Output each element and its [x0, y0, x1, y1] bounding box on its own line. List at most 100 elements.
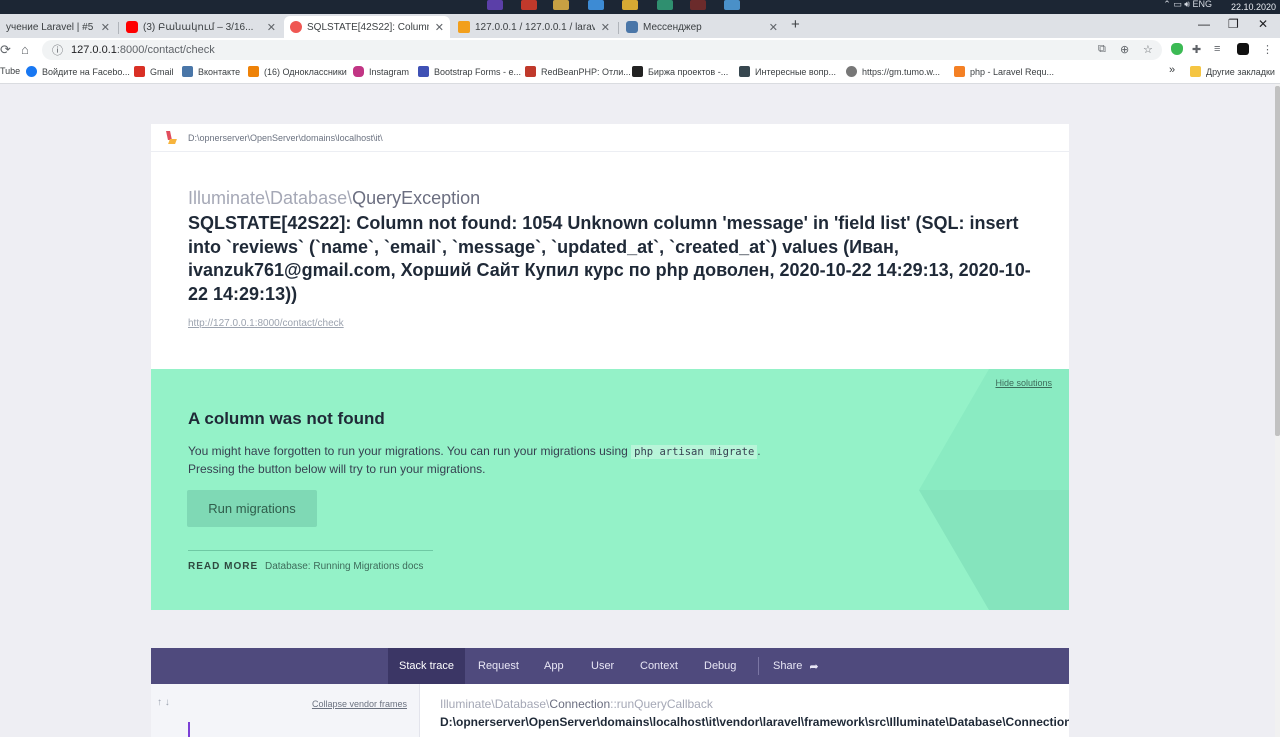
kwork-icon	[632, 66, 643, 77]
taskbar-app-icon[interactable]	[487, 0, 503, 10]
taskbar-app-icon[interactable]	[690, 0, 706, 10]
taskbar-app-icon[interactable]	[657, 0, 673, 10]
ignition-favicon-icon	[290, 21, 302, 33]
bookmark-item[interactable]: Instagram	[353, 66, 409, 77]
folder-icon	[1190, 66, 1201, 77]
vk-icon	[182, 66, 193, 77]
bookmark-item[interactable]: https://gm.tumo.w...	[846, 66, 940, 77]
browser-tab[interactable]: 127.0.0.1 / 127.0.0.1 / laravel / re...✕	[452, 16, 616, 38]
nav-divider	[758, 657, 759, 675]
page-viewport: D:\opnerserver\OpenServer\domains\localh…	[0, 84, 1275, 737]
browser-tab[interactable]: учение Laravel | #5 - Соз...✕	[0, 16, 116, 38]
bookmarks-overflow-icon[interactable]: »	[1169, 64, 1175, 76]
url-host: 127.0.0.1	[71, 44, 117, 56]
youtube-favicon-icon	[126, 21, 138, 33]
tab-context[interactable]: Context	[629, 648, 689, 684]
facebook-icon	[26, 66, 37, 77]
migrations-docs-link[interactable]: Database: Running Migrations docs	[265, 561, 423, 572]
new-tab-icon[interactable]: +	[791, 16, 800, 33]
tab-request[interactable]: Request	[467, 648, 530, 684]
reading-list-icon[interactable]: ≡	[1214, 43, 1220, 55]
divider	[188, 550, 433, 551]
bookmark-item[interactable]: php - Laravel Requ...	[954, 66, 1054, 77]
gmail-icon	[134, 66, 145, 77]
extension-shield-icon[interactable]	[1171, 43, 1183, 55]
browser-tab[interactable]: (3) Բանակում – 3/16... ✕	[120, 16, 282, 38]
tumo-icon	[846, 66, 857, 77]
taskbar-app-icon[interactable]	[622, 0, 638, 10]
request-url-link[interactable]: http://127.0.0.1:8000/contact/check	[188, 318, 344, 329]
bookmark-item[interactable]: Интересные вопр...	[739, 66, 836, 77]
stack-frames-list: ↑ ↓ Collapse vendor frames	[151, 684, 420, 737]
app-path: D:\opnerserver\OpenServer\domains\localh…	[188, 132, 383, 143]
bookmark-item[interactable]: RedBeanPHP: Отли...	[525, 66, 631, 77]
os-taskbar: ⌃ ▭ 🔊︎ ENG 22.10.2020	[0, 0, 1280, 14]
bookmark-item[interactable]: Войдите на Facebo...	[26, 66, 130, 77]
read-more-label: READ MORE	[188, 561, 259, 572]
exception-message: SQLSTATE[42S22]: Column not found: 1054 …	[188, 213, 1031, 304]
solution-title: A column was not found	[188, 409, 385, 428]
reload-icon[interactable]: ⟳	[0, 42, 11, 58]
frame-nav-arrows-icon[interactable]: ↑ ↓	[157, 697, 170, 708]
instagram-icon	[353, 66, 364, 77]
other-bookmarks[interactable]: Другие закладки	[1190, 66, 1275, 77]
extensions-puzzle-icon[interactable]: ✚	[1192, 43, 1201, 56]
browser-menu-icon[interactable]: ⋮	[1262, 43, 1273, 56]
close-tab-icon[interactable]: ✕	[601, 21, 610, 34]
bookmark-item[interactable]: Биржа проектов -...	[632, 66, 728, 77]
bookmark-item[interactable]: Bootstrap Forms - e...	[418, 66, 521, 77]
bookmark-item[interactable]: Вконтакте	[182, 66, 240, 77]
tray-area: ⌃ ▭ 🔊︎ ENG	[1163, 0, 1212, 9]
hide-solutions-link[interactable]: Hide solutions	[995, 378, 1052, 388]
bookmarks-bar: Tube Войдите на Facebo... Gmail Вконтакт…	[0, 62, 1280, 84]
exception-card: D:\opnerserver\OpenServer\domains\localh…	[151, 124, 1069, 369]
tray-lang[interactable]: ENG	[1192, 0, 1212, 9]
close-tab-icon[interactable]: ✕	[435, 21, 444, 34]
solution-description: You might have forgotten to run your mig…	[188, 444, 761, 476]
home-icon[interactable]: ⌂	[21, 42, 29, 57]
site-info-icon[interactable]: ⓘ	[52, 42, 63, 58]
close-tab-icon[interactable]: ✕	[769, 21, 778, 34]
bookmark-item[interactable]: (16) Одноклассники	[248, 66, 347, 77]
tab-user[interactable]: User	[580, 648, 625, 684]
questions-icon	[739, 66, 750, 77]
ignition-logo-icon	[165, 130, 177, 145]
scrollbar-thumb[interactable]	[1275, 86, 1280, 436]
redbean-icon	[525, 66, 536, 77]
close-window-icon[interactable]: ✕	[1258, 17, 1268, 31]
phpmyadmin-favicon-icon	[458, 21, 470, 33]
close-tab-icon[interactable]: ✕	[101, 21, 110, 34]
browser-toolbar: ⟳ ⌂ ⓘ 127.0.0.1:8000/contact/check ⧉ ⊕ ☆…	[0, 38, 1280, 62]
taskbar-app-icon[interactable]	[724, 0, 740, 10]
share-button[interactable]: Share ➦	[762, 648, 830, 684]
zoom-icon[interactable]: ⊕	[1120, 43, 1129, 56]
tab-debug[interactable]: Debug	[693, 648, 747, 684]
tab-app[interactable]: App	[533, 648, 575, 684]
bookmark-star-icon[interactable]: ☆	[1143, 43, 1153, 56]
taskbar-app-icon[interactable]	[553, 0, 569, 10]
url-path: :8000/contact/check	[116, 44, 215, 56]
exception-class: Illuminate\Database\QueryException	[188, 188, 481, 208]
translate-icon[interactable]: ⧉	[1098, 43, 1106, 56]
bookmark-item[interactable]: Gmail	[134, 66, 174, 77]
tray-date[interactable]: 22.10.2020	[1231, 2, 1276, 12]
tab-stack-trace[interactable]: Stack trace	[388, 648, 466, 684]
solution-panel: Hide solutions A column was not found Yo…	[151, 369, 1069, 610]
browser-tab-active[interactable]: SQLSTATE[42S22]: Column n...✕	[284, 16, 450, 38]
taskbar-chrome-icon[interactable]	[588, 0, 604, 10]
close-tab-icon[interactable]: ✕	[267, 21, 276, 34]
restore-icon[interactable]: ❐	[1228, 17, 1239, 31]
profile-avatar-icon[interactable]	[1237, 43, 1249, 55]
collapse-vendor-frames-link[interactable]: Collapse vendor frames	[312, 699, 407, 709]
selected-frame-marker	[188, 722, 190, 737]
odnoklassniki-icon	[248, 66, 259, 77]
bookmark-item[interactable]: Tube	[0, 66, 20, 76]
browser-tab[interactable]: Мессенджер ✕	[620, 16, 784, 38]
card-header: D:\opnerserver\OpenServer\domains\localh…	[151, 124, 1069, 152]
taskbar-app-icon[interactable]	[521, 0, 537, 10]
frame-class: Illuminate\Database\Connection::runQuery…	[440, 697, 713, 711]
minimize-icon[interactable]: —	[1198, 17, 1210, 31]
run-migrations-button[interactable]: Run migrations	[187, 490, 317, 527]
stack-nav-bar: Stack trace Request App User Context Deb…	[151, 648, 1069, 684]
address-bar[interactable]: ⓘ 127.0.0.1:8000/contact/check	[42, 40, 1162, 60]
